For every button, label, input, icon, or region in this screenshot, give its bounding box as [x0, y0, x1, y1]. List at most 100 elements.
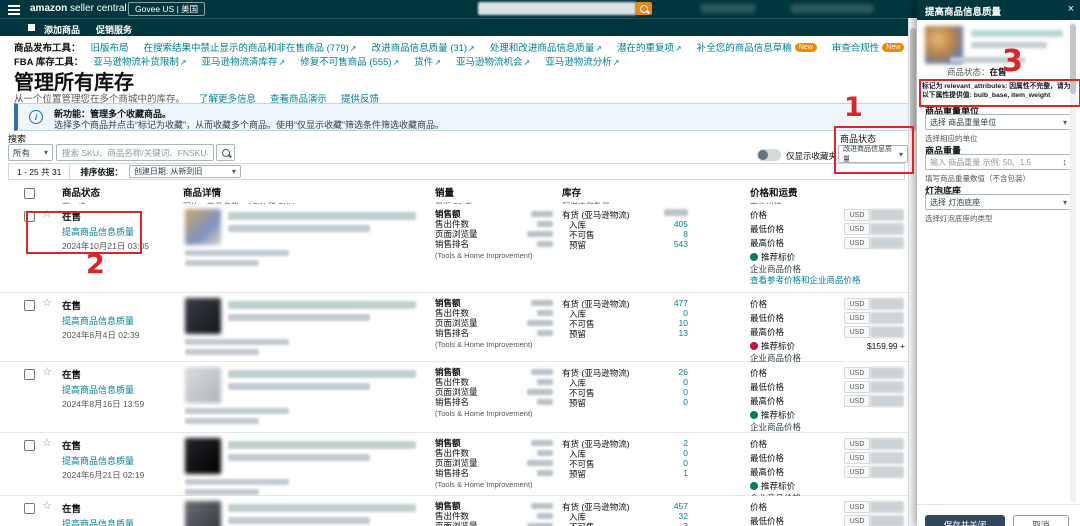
product-title-blur — [228, 504, 416, 512]
global-search-button[interactable] — [636, 2, 652, 15]
favorites-only-toggle[interactable] — [757, 149, 781, 161]
favorite-star-icon[interactable]: ☆ — [42, 207, 52, 220]
price-input-blur[interactable] — [870, 438, 904, 450]
panel-scrollbar[interactable] — [1070, 22, 1076, 502]
account-marketplace-button[interactable]: Govee US | 美国 — [128, 2, 206, 16]
improve-listing-quality-link[interactable]: 提高商品信息质量 — [62, 454, 180, 467]
inventory-reserved[interactable]: 13 — [679, 328, 688, 338]
price-input-blur[interactable] — [870, 367, 904, 379]
sales-value-blur — [527, 389, 553, 395]
row-checkbox[interactable] — [24, 440, 35, 451]
improve-listing-panel: 提高商品信息质量 × 商品状态：在售 标记为 relevant_attribut… — [917, 0, 1080, 526]
favorite-star-icon[interactable]: ☆ — [42, 436, 52, 449]
brand-logo[interactable]: amazon seller central — [30, 3, 127, 14]
product-title-blur — [228, 212, 416, 220]
currency-label: USD — [844, 312, 870, 324]
select-all-checkbox[interactable] — [24, 188, 35, 199]
status-filter-select[interactable]: 改进商品信息质量 ▾ — [838, 145, 908, 163]
inventory-available[interactable]: 2 — [683, 438, 688, 448]
subnav-add-products[interactable]: 添加商品 — [44, 23, 80, 36]
inventory-inbound[interactable]: 32 — [679, 511, 688, 521]
price-input-blur[interactable] — [870, 326, 904, 338]
tool-link[interactable]: 货件↗ — [414, 57, 441, 67]
currency-label: USD — [844, 367, 870, 379]
sort-select[interactable]: 创建日期: 从新到旧 ▾ — [128, 165, 241, 178]
price-input-blur[interactable] — [870, 381, 904, 393]
price-input-blur[interactable] — [870, 501, 904, 513]
panel-scrollbar-thumb[interactable] — [1070, 24, 1076, 94]
price-input-blur[interactable] — [870, 515, 904, 526]
tool-link[interactable]: 处理和改进商品信息质量↗ — [490, 43, 602, 53]
improve-listing-quality-link[interactable]: 提高商品信息质量 — [62, 314, 180, 327]
search-scope-select[interactable]: 所有 ▾ — [8, 144, 53, 161]
product-image — [185, 298, 221, 334]
product-image — [185, 438, 221, 474]
tool-link[interactable]: 亚马逊物流机会↗ — [456, 57, 530, 67]
price-input-blur[interactable] — [870, 223, 904, 235]
price-input-blur[interactable] — [870, 452, 904, 464]
stepper-icon[interactable]: ↕ — [1063, 157, 1068, 167]
tool-link[interactable]: 改进商品信息质量 (31)↗ — [372, 43, 475, 53]
inventory-reserved[interactable]: 1 — [683, 468, 688, 478]
sales-value-blur — [537, 241, 553, 247]
tool-link[interactable]: 亚马逊物流分析↗ — [545, 57, 619, 67]
currency-label: USD — [844, 515, 870, 526]
tool-link[interactable]: 在搜索结果中禁止显示的商品和非在售商品 (779)↗ — [144, 43, 357, 53]
menu-icon[interactable] — [8, 5, 20, 7]
inventory-unsellable[interactable]: 0 — [683, 387, 688, 397]
tool-link[interactable]: 旧版布局 — [91, 43, 129, 53]
price-input-blur[interactable] — [870, 395, 904, 407]
row-checkbox[interactable] — [24, 211, 35, 222]
inventory-inbound[interactable]: 405 — [674, 219, 688, 229]
inventory-reserved[interactable]: 543 — [674, 239, 688, 249]
improve-listing-quality-link[interactable]: 提高商品信息质量 — [62, 383, 180, 396]
favorite-star-icon[interactable]: ☆ — [42, 296, 52, 309]
bulb-base-select[interactable]: 选择 灯泡底座 ▾ — [925, 194, 1072, 210]
row-checkbox[interactable] — [24, 503, 35, 514]
inventory-unsellable[interactable]: 0 — [683, 458, 688, 468]
price-input-blur[interactable] — [870, 466, 904, 478]
inventory-unsellable[interactable]: 8 — [683, 229, 688, 239]
subnav-services[interactable]: 促销服务 — [96, 23, 132, 36]
reference-price-link[interactable]: 查看参考价格和企业商品价格 — [750, 274, 907, 285]
search-submit-button[interactable] — [216, 144, 235, 161]
inventory-inbound[interactable]: 0 — [683, 448, 688, 458]
price-input-blur[interactable] — [870, 298, 904, 310]
sales-value-blur — [531, 211, 553, 217]
panel-header: 提高商品信息质量 × — [917, 0, 1080, 20]
price-input-blur[interactable] — [870, 209, 904, 221]
scrollbar-thumb[interactable] — [910, 28, 916, 132]
tool-link[interactable]: 补全您的商品信息草稿 New — [697, 43, 817, 53]
tool-link[interactable]: 潜在的重复项↗ — [617, 43, 682, 53]
tool-link[interactable]: 亚马逊物流清库存↗ — [202, 57, 286, 67]
inventory-available[interactable]: 26 — [679, 367, 688, 377]
improve-listing-quality-link[interactable]: 提高商品信息质量 — [62, 225, 180, 238]
favorite-star-icon[interactable]: ☆ — [42, 365, 52, 378]
row-checkbox[interactable] — [24, 369, 35, 380]
inventory-inbound[interactable]: 0 — [683, 308, 688, 318]
improve-listing-quality-link[interactable]: 提高商品信息质量 — [62, 517, 180, 526]
inventory-inbound[interactable]: 0 — [683, 377, 688, 387]
save-and-close-button[interactable]: 保存并关闭 — [925, 515, 1005, 526]
price-input-blur[interactable] — [870, 312, 904, 324]
inventory-unsellable[interactable]: 3 — [683, 521, 688, 526]
item-weight-input[interactable]: 输入 商品重量 示例: 50、1.5 ↕ — [925, 154, 1072, 170]
search-input[interactable] — [56, 144, 214, 161]
close-icon[interactable]: × — [1068, 3, 1074, 15]
product-title-blur — [228, 454, 370, 461]
favorite-star-icon[interactable]: ☆ — [42, 499, 52, 512]
product-asin-blur — [185, 250, 289, 256]
inventory-unsellable[interactable]: 10 — [679, 318, 688, 328]
inventory-available[interactable]: 477 — [674, 298, 688, 308]
cancel-button[interactable]: 取消 — [1013, 515, 1069, 526]
tool-link[interactable]: 审查合规性 New — [832, 43, 905, 53]
row-checkbox[interactable] — [24, 300, 35, 311]
inventory-available[interactable] — [664, 209, 688, 216]
inventory-available[interactable]: 457 — [674, 501, 688, 511]
weight-unit-select[interactable]: 选择 商品重量单位 ▾ — [925, 114, 1072, 130]
global-search-input[interactable] — [478, 2, 636, 15]
product-title-blur — [228, 383, 370, 390]
inventory-reserved[interactable]: 0 — [683, 397, 688, 407]
price-input-blur[interactable] — [870, 237, 904, 249]
tool-link[interactable]: 修复不可售商品 (555)↗ — [300, 57, 399, 67]
